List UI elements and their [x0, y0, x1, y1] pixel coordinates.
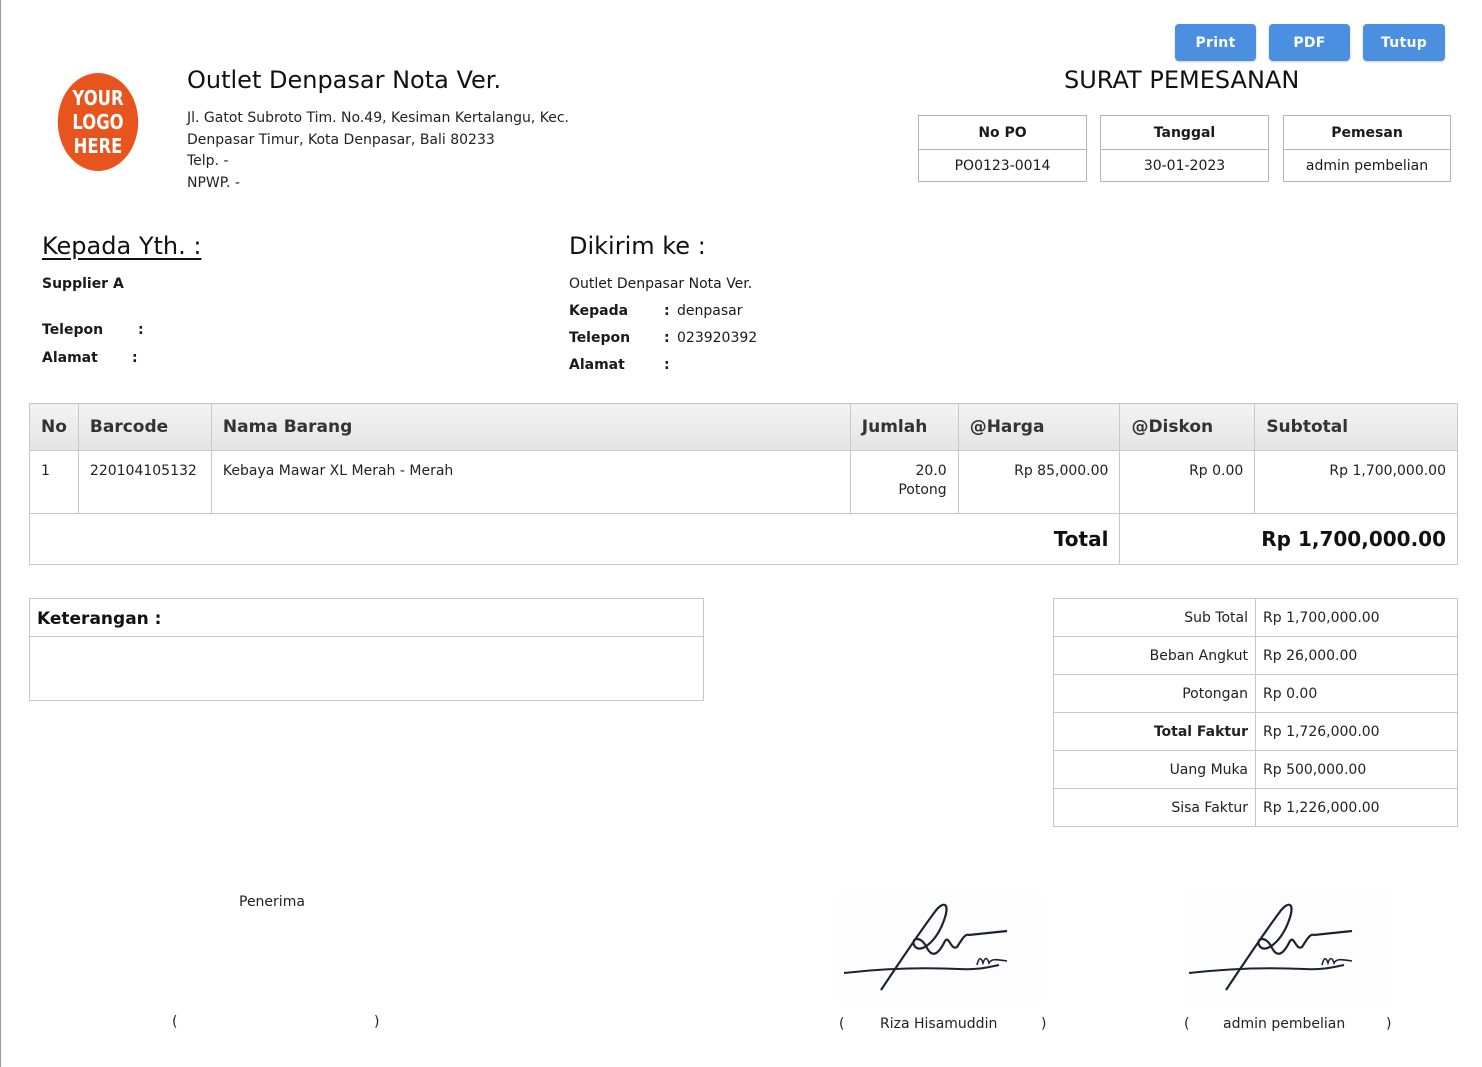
total-row: Total Rp 1,700,000.00 — [28, 513, 1458, 565]
summary-value: Rp 1,726,000.00 — [1255, 712, 1458, 751]
summary-value: Rp 1,226,000.00 — [1255, 788, 1458, 827]
shipping-phone-colon: : — [664, 330, 670, 346]
document-title: SURAT PEMESANAN — [1064, 66, 1300, 94]
company-name: Outlet Denpasar Nota Ver. — [187, 66, 502, 94]
recipient-phone-colon: : — [138, 322, 144, 338]
cell-no: 1 — [29, 450, 79, 514]
col-header-subtotal: Subtotal — [1254, 403, 1458, 451]
company-phone: Telp. - — [187, 153, 229, 169]
cell-price: Rp 85,000.00 — [957, 450, 1121, 514]
col-header-quantity: Jumlah — [849, 403, 959, 451]
summary-label: Sisa Faktur — [1053, 788, 1256, 827]
po-number-value: PO0123-0014 — [954, 158, 1051, 174]
total-label: Total — [28, 513, 1121, 565]
orderer-box: Pemesan admin pembelian — [1283, 115, 1451, 182]
items-header-row: No Barcode Nama Barang Jumlah @Harga @Di… — [29, 403, 1458, 451]
close-button[interactable]: Tutup — [1363, 24, 1445, 61]
col-header-price: @Harga — [957, 403, 1121, 451]
logo-text-line: LOGO — [72, 110, 124, 134]
receiver-open-paren: ( — [172, 1014, 178, 1030]
summary-value: Rp 500,000.00 — [1255, 750, 1458, 789]
summary-table: Sub Total Rp 1,700,000.00 Beban Angkut R… — [1053, 598, 1458, 827]
receiver-label: Penerima — [239, 894, 305, 910]
recipient-title: Kepada Yth. : — [42, 232, 202, 260]
logo-text-line: YOUR — [72, 86, 124, 110]
shipping-phone-value: 023920392 — [677, 330, 758, 346]
recipient-address-label: Alamat — [42, 350, 98, 366]
total-value: Rp 1,700,000.00 — [1119, 513, 1458, 565]
summary-row-subtotal: Sub Total Rp 1,700,000.00 — [1053, 598, 1458, 637]
summary-label: Total Faktur — [1053, 712, 1256, 751]
company-address-line2: Denpasar Timur, Kota Denpasar, Bali 8023… — [187, 132, 495, 148]
summary-label: Potongan — [1053, 674, 1256, 713]
summary-label: Beban Angkut — [1053, 636, 1256, 675]
signer1-open-paren: ( — [839, 1016, 845, 1032]
summary-row-invoice-total: Total Faktur Rp 1,726,000.00 — [1053, 712, 1458, 751]
shipping-to-value: denpasar — [677, 303, 743, 319]
date-box: Tanggal 30-01-2023 — [1100, 115, 1269, 182]
orderer-label: Pemesan — [1284, 116, 1450, 150]
signer2-open-paren: ( — [1184, 1016, 1190, 1032]
company-address-line1: Jl. Gatot Subroto Tim. No.49, Kesiman Ke… — [187, 110, 569, 126]
shipping-phone-label: Telepon — [569, 330, 631, 346]
company-logo: YOUR LOGO HERE — [57, 73, 139, 171]
summary-row-deduction: Potongan Rp 0.00 — [1053, 674, 1458, 713]
company-npwp: NPWP. - — [187, 175, 240, 191]
cell-barcode: 220104105132 — [77, 450, 212, 514]
col-header-barcode: Barcode — [77, 403, 212, 451]
shipping-address-colon: : — [664, 357, 670, 373]
items-table: No Barcode Nama Barang Jumlah @Harga @Di… — [28, 403, 1458, 565]
col-header-no: No — [29, 403, 79, 451]
cell-item-name: Kebaya Mawar XL Merah - Merah — [210, 450, 851, 514]
summary-value: Rp 0.00 — [1255, 674, 1458, 713]
shipping-outlet: Outlet Denpasar Nota Ver. — [569, 276, 753, 292]
quantity-unit: Potong — [898, 482, 947, 498]
po-number-box: No PO PO0123-0014 — [918, 115, 1087, 182]
shipping-to-colon: : — [664, 303, 670, 319]
signer1-close-paren: ) — [1041, 1016, 1047, 1032]
col-header-discount: @Diskon — [1119, 403, 1256, 451]
po-number-label: No PO — [919, 116, 1086, 150]
logo-text-line: HERE — [73, 134, 123, 158]
recipient-address-colon: : — [132, 350, 138, 366]
summary-value: Rp 1,700,000.00 — [1255, 598, 1458, 637]
shipping-title: Dikirim ke : — [569, 232, 706, 260]
pdf-button[interactable]: PDF — [1269, 24, 1350, 61]
quantity-value: 20.0 — [915, 463, 947, 479]
notes-title: Keterangan : — [30, 599, 703, 637]
shipping-to-label: Kepada — [569, 303, 629, 319]
signature-scribble-icon — [843, 903, 1008, 991]
summary-row-shipping-cost: Beban Angkut Rp 26,000.00 — [1053, 636, 1458, 675]
cell-discount: Rp 0.00 — [1119, 450, 1256, 514]
col-header-item-name: Nama Barang — [210, 403, 851, 451]
supplier-name: Supplier A — [42, 276, 124, 292]
signature-scribble-icon — [1188, 903, 1353, 991]
summary-label: Sub Total — [1053, 598, 1256, 637]
table-row: 1 220104105132 Kebaya Mawar XL Merah - M… — [29, 450, 1458, 514]
signer2-close-paren: ) — [1386, 1016, 1392, 1032]
notes-content — [30, 637, 703, 653]
summary-label: Uang Muka — [1053, 750, 1256, 789]
signature-image — [839, 893, 1041, 1005]
summary-value: Rp 26,000.00 — [1255, 636, 1458, 675]
cell-quantity: 20.0 Potong — [849, 450, 959, 514]
shipping-address-label: Alamat — [569, 357, 625, 373]
signer1-name: Riza Hisamuddin — [880, 1016, 998, 1032]
orderer-value: admin pembelian — [1305, 158, 1429, 174]
cell-subtotal: Rp 1,700,000.00 — [1254, 450, 1458, 514]
summary-row-remaining: Sisa Faktur Rp 1,226,000.00 — [1053, 788, 1458, 827]
print-button[interactable]: Print — [1175, 24, 1256, 61]
summary-row-down-payment: Uang Muka Rp 500,000.00 — [1053, 750, 1458, 789]
recipient-phone-label: Telepon — [42, 322, 104, 338]
signature-image — [1184, 893, 1386, 1005]
signer2-name: admin pembelian — [1223, 1016, 1346, 1032]
notes-box: Keterangan : — [29, 598, 704, 701]
date-value: 30-01-2023 — [1143, 158, 1226, 174]
date-label: Tanggal — [1101, 116, 1268, 150]
receiver-close-paren: ) — [374, 1014, 380, 1030]
